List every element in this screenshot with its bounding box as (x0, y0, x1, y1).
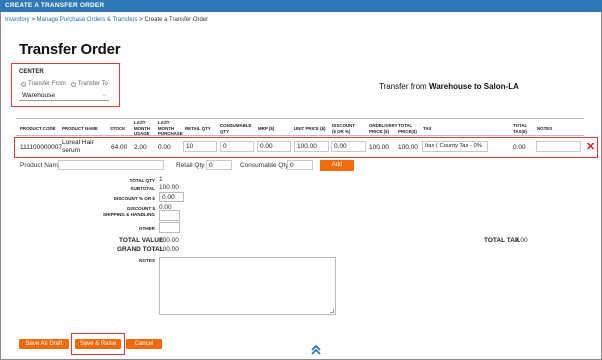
row-discount-input[interactable]: 0.00 (331, 141, 366, 152)
total-qty-value: 1 (159, 176, 163, 183)
center-label: CENTER (19, 69, 44, 75)
total-tax-value: 0.00 (515, 237, 528, 244)
total-value-label: TOTAL VALUE (119, 237, 164, 244)
col-header-retail-qty: RETAIL QTY (185, 126, 211, 131)
radio-transfer-from-label[interactable]: Transfer From (28, 81, 66, 87)
row-retail-qty-input[interactable]: 10 (183, 141, 217, 152)
breadcrumb: Inventory > Manage Purchase Orders & Tra… (5, 17, 208, 23)
product-name-label: Product Name (20, 162, 62, 169)
center-radio-group: Transfer From Transfer To (21, 81, 108, 87)
center-select[interactable]: Warehouse ⌵ (19, 91, 109, 101)
row-total-tax: 0.00 (513, 144, 526, 151)
col-header-total-tax: TOTAL TAX($) (513, 123, 528, 134)
total-qty-label: Total Qty (129, 178, 155, 183)
grand-total-value: 100.00 (159, 246, 179, 253)
row-ondelivery-price: 100.00 (369, 144, 389, 151)
radio-transfer-from[interactable] (21, 81, 26, 87)
transfer-heading: Transfer from Warehouse to Salon-LA (379, 82, 519, 91)
row-last-month-purchase: 0.00 (158, 144, 171, 151)
notes-label: NOTES (139, 258, 155, 263)
breadcrumb-manage-orders[interactable]: Manage Purchase Orders & Transfers (37, 17, 138, 23)
row-unit-price-input[interactable]: 100.00 (294, 141, 329, 152)
row-product-code: 111100000007 (20, 144, 62, 151)
discount-input[interactable]: 0.00 (159, 192, 184, 202)
add-button[interactable]: Add (320, 160, 354, 171)
row-tax-select[interactable]: Itax ( County Tax - 0% (422, 141, 488, 152)
discount-dollar-label: DISCOUNT $ (127, 206, 155, 211)
cancel-button[interactable]: Cancel (126, 339, 162, 349)
col-header-total-price: TOTAL PRICE($) (398, 123, 417, 134)
breadcrumb-separator: > (139, 17, 143, 23)
center-select-value: Warehouse (22, 92, 55, 99)
subtotal-label: SUBTOTAL (130, 186, 155, 191)
total-value-value: 100.00 (159, 237, 179, 244)
shipping-label: SHIPPING & HANDLING (102, 212, 155, 217)
table-top-border (16, 118, 584, 119)
col-header-stock: STOCK (110, 126, 126, 131)
row-stock: 64.00 (111, 144, 128, 151)
row-total-price: 100.00 (398, 144, 418, 151)
radio-transfer-to-label[interactable]: Transfer To (78, 81, 108, 87)
transfer-heading-prefix: Transfer from (379, 82, 429, 91)
row-notes-input[interactable] (536, 141, 581, 152)
transfer-heading-route: Warehouse to Salon-LA (428, 82, 519, 91)
retail-qty-label: Retail Qty (176, 162, 205, 169)
delete-x-icon[interactable]: ✕ (586, 142, 595, 153)
double-chevron-up-icon[interactable] (310, 343, 322, 357)
other-input[interactable] (159, 222, 180, 233)
col-header-unit-price: UNIT PRICE ($) (294, 126, 326, 131)
other-label: OTHER (138, 226, 155, 231)
row-mrp-input[interactable]: 0.00 (257, 141, 291, 152)
grand-total-label: GRAND TOTAL (117, 246, 164, 253)
col-header-tax: TAX (423, 126, 432, 131)
retail-qty-input[interactable]: 0 (206, 160, 232, 170)
discount-label: DISCOUNT % or $ (113, 196, 155, 201)
total-tax-label: TOTAL TAX (484, 237, 520, 244)
breadcrumb-inventory[interactable]: Inventory (5, 17, 30, 23)
col-header-mrp: MRP ($) (258, 126, 275, 131)
col-header-discount: DISCOUNT ($ or %) (332, 123, 355, 134)
page-title: Transfer Order (19, 41, 121, 58)
col-header-product-code: PRODUCT CODE (20, 126, 56, 131)
row-last-month-usage: 2.00 (134, 144, 147, 151)
window-title-bar: CREATE A TRANSFER ORDER (0, 0, 602, 12)
breadcrumb-separator: > (31, 17, 35, 23)
product-name-input[interactable] (58, 160, 164, 170)
window-title: CREATE A TRANSFER ORDER (5, 2, 105, 9)
col-header-notes: NOTES (537, 126, 553, 131)
save-as-draft-button[interactable]: Save As Draft (19, 339, 69, 349)
radio-transfer-to[interactable] (70, 81, 76, 87)
consumable-qty-label: Consumable Qty (240, 162, 289, 169)
shipping-input[interactable] (159, 210, 180, 221)
notes-textarea[interactable] (159, 257, 336, 315)
row-consumable-qty-input[interactable]: 0 (220, 141, 254, 152)
chevron-down-icon: ⌵ (102, 92, 106, 98)
col-header-consumable-qty: CONSUMABLE QTY (220, 123, 252, 134)
consumable-qty-input[interactable]: 0 (287, 160, 313, 170)
subtotal-value: 100.00 (159, 184, 179, 191)
col-header-ondelivery-price: ONDELIVERY PRICE ($) (369, 123, 398, 134)
row-product-name: Loreal Hair serum (62, 139, 94, 154)
breadcrumb-current: Create a Transfer Order (144, 17, 209, 23)
resize-handle[interactable] (330, 309, 334, 313)
table-header-divider (16, 135, 584, 136)
save-and-raise-button[interactable]: Save & Raise (75, 339, 121, 349)
col-header-product-name: PRODUCT NAME (62, 126, 98, 131)
